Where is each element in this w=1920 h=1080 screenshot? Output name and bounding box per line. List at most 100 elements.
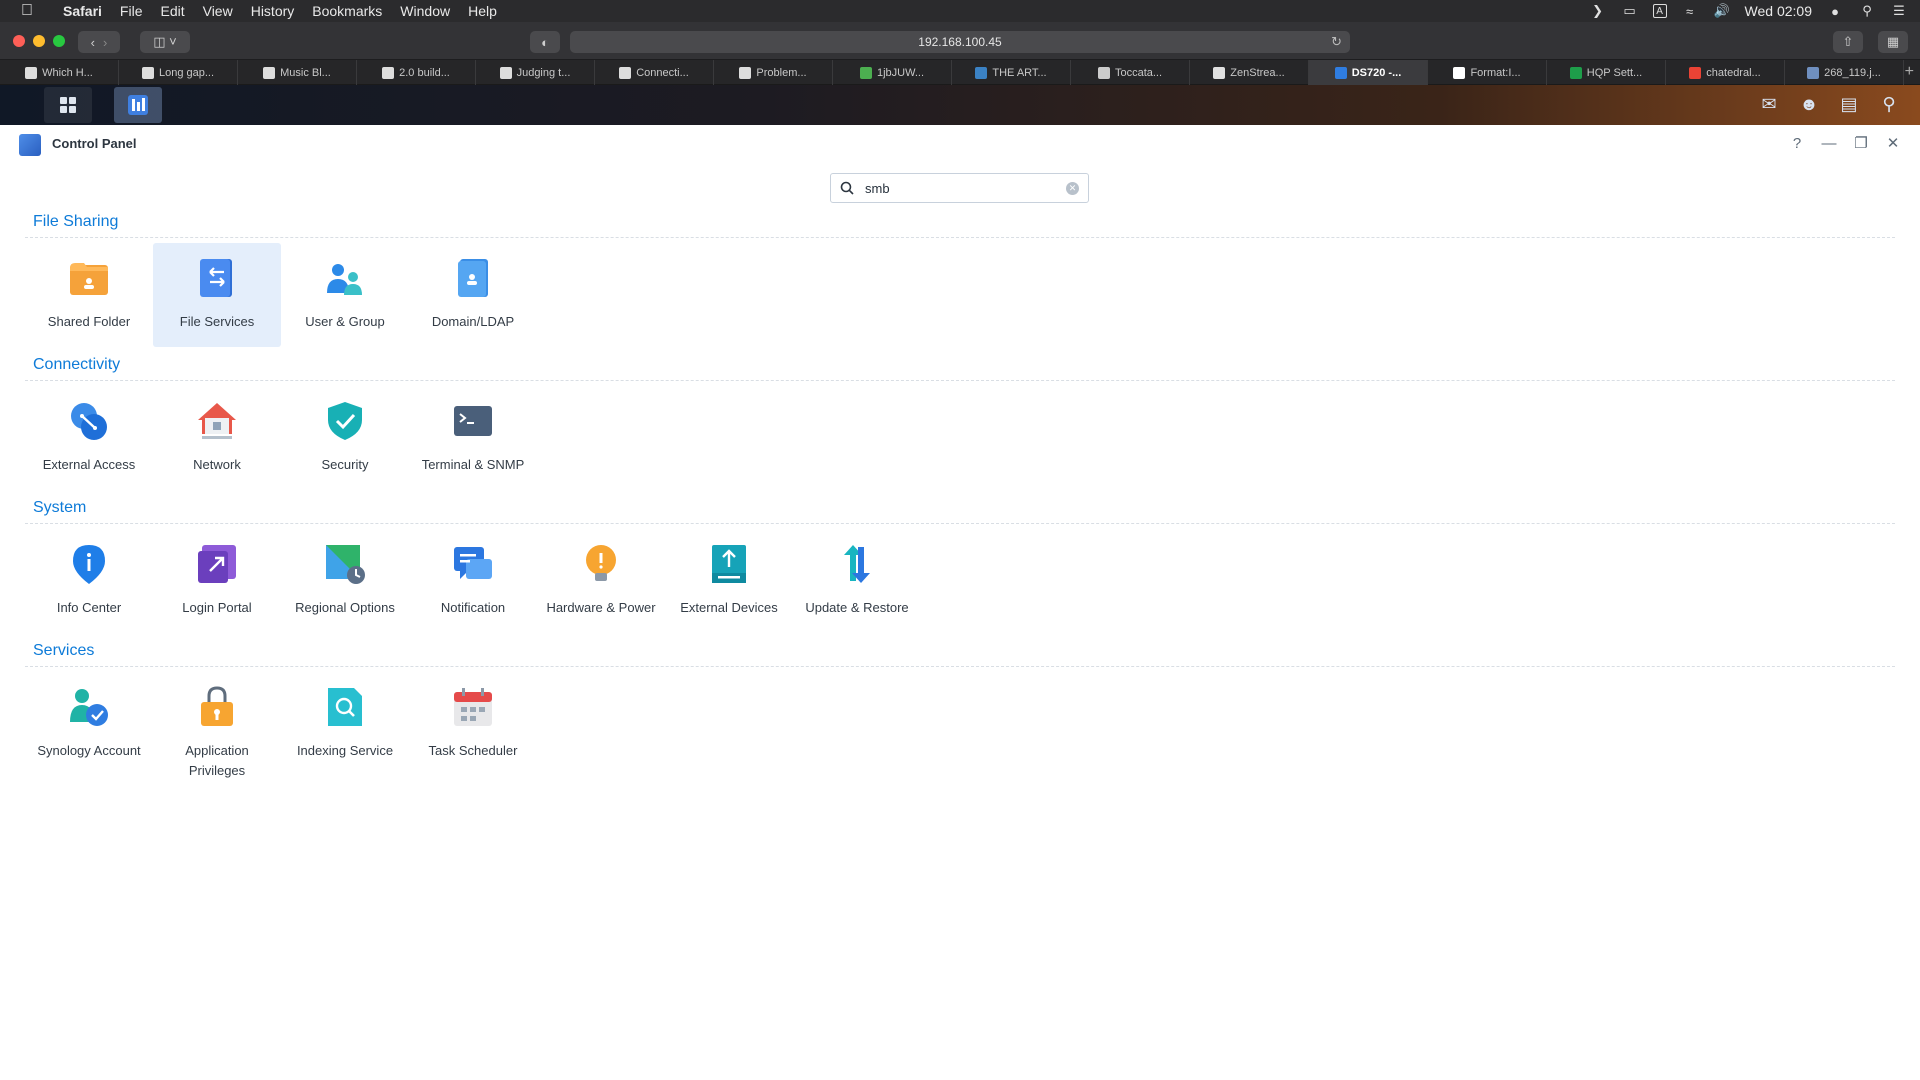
widgets-icon[interactable]: ▤ (1836, 91, 1862, 117)
control-panel-item[interactable]: Security (281, 386, 409, 490)
tab-label: 268_119.j... (1824, 66, 1881, 79)
address-bar[interactable]: 192.168.100.45 ↻ (570, 31, 1350, 53)
browser-tab[interactable]: Toccata... (1071, 60, 1190, 85)
control-panel-item[interactable]: External Devices (665, 529, 793, 633)
browser-tab[interactable]: 2.0 build... (357, 60, 476, 85)
control-panel-item-label: User & Group (305, 314, 385, 329)
minimize-icon[interactable]: — (1820, 134, 1838, 152)
browser-tab[interactable]: Music Bl... (238, 60, 357, 85)
control-panel-item-label: Synology Account (37, 743, 141, 758)
chat-icon[interactable]: ✉ (1756, 91, 1782, 117)
section-title: Services (33, 642, 95, 659)
control-panel-item[interactable]: Shared Folder (25, 243, 153, 347)
apple-menu-icon[interactable]:  (0, 2, 54, 20)
menu-edit[interactable]: Edit (151, 3, 193, 19)
update-restore-icon (844, 545, 870, 583)
browser-tab[interactable]: Judging t... (476, 60, 595, 85)
restore-icon[interactable]: ❐ (1852, 134, 1870, 152)
user-icon[interactable]: ● (1826, 4, 1844, 19)
menu-help[interactable]: Help (459, 3, 506, 19)
menu-view[interactable]: View (194, 3, 242, 19)
clear-search-icon[interactable]: ✕ (1066, 182, 1079, 195)
arrow-app-icon[interactable]: ❯ (1589, 3, 1607, 18)
reload-icon[interactable]: ↻ (1331, 34, 1342, 50)
input-source-icon[interactable]: A (1652, 4, 1667, 18)
control-panel-item[interactable]: Terminal & SNMP (409, 386, 537, 490)
control-panel-item[interactable]: Synology Account (25, 672, 153, 776)
browser-tab[interactable]: Long gap... (119, 60, 238, 85)
control-panel-item[interactable]: Hardware & Power (537, 529, 665, 633)
control-panel-item-label: Notification (440, 600, 506, 615)
browser-tab[interactable]: Which H... (0, 60, 119, 85)
privacy-report-button[interactable]: ◐ (530, 31, 560, 53)
browser-tab[interactable]: 1jbJUW... (833, 60, 952, 85)
tab-label: 1jbJUW... (876, 66, 925, 79)
zoom-window-button[interactable] (53, 35, 65, 47)
shield-half-icon: ◐ (541, 34, 549, 50)
back-icon[interactable]: ‹ (91, 35, 95, 50)
tab-overview-button[interactable]: ▦ (1878, 31, 1908, 53)
control-panel-item[interactable]: Indexing Service (281, 672, 409, 776)
indexing-service-icon (328, 688, 362, 726)
search-input[interactable] (865, 178, 1055, 198)
control-panel-item[interactable]: Task Scheduler (409, 672, 537, 776)
minimize-window-button[interactable] (33, 35, 45, 47)
control-panel-item[interactable]: External Access (25, 386, 153, 490)
browser-tab[interactable]: chatedral... (1666, 60, 1785, 85)
help-icon[interactable]: ? (1788, 134, 1806, 152)
control-panel-item[interactable]: Regional Options (281, 529, 409, 633)
control-panel-item[interactable]: Info Center (25, 529, 153, 633)
control-panel-item[interactable]: User & Group (281, 243, 409, 347)
browser-tab[interactable]: 268_119.j... (1785, 60, 1904, 85)
share-icon: ⇧ (1842, 34, 1854, 49)
tab-favicon-icon (975, 66, 988, 79)
tab-favicon-icon (499, 66, 512, 79)
info-center-icon (73, 545, 105, 584)
share-button[interactable]: ⇧ (1833, 31, 1863, 53)
menu-bookmarks[interactable]: Bookmarks (303, 3, 391, 19)
menu-history[interactable]: History (242, 3, 304, 19)
menubar-clock[interactable]: Wed 02:09 (1745, 3, 1812, 19)
browser-tab[interactable]: HQP Sett... (1547, 60, 1666, 85)
control-panel-item-label: External Devices (680, 600, 778, 615)
menu-file[interactable]: File (111, 3, 152, 19)
control-panel-task-button[interactable] (114, 87, 162, 123)
control-panel-item[interactable]: Application Privileges (153, 672, 281, 778)
airplay-icon[interactable]: ▭ (1621, 3, 1639, 18)
browser-tab[interactable]: THE ART... (952, 60, 1071, 85)
control-panel-window-icon (19, 134, 41, 156)
forward-icon[interactable]: › (103, 35, 107, 50)
browser-tab[interactable]: ZenStrea... (1190, 60, 1309, 85)
menu-app-name[interactable]: Safari (54, 3, 111, 19)
tab-label: HQP Sett... (1586, 66, 1643, 79)
dsm-search-icon[interactable]: ⚲ (1876, 91, 1902, 117)
user-account-icon[interactable]: ☻ (1796, 91, 1822, 117)
control-panel-item[interactable]: File Services (153, 243, 281, 347)
browser-tab[interactable]: DS720 -... (1309, 60, 1428, 85)
notification-center-icon[interactable]: ☰ (1890, 3, 1908, 18)
menu-window[interactable]: Window (391, 3, 459, 19)
spotlight-search-icon[interactable]: ⚲ (1858, 3, 1876, 18)
control-panel-item[interactable]: Network (153, 386, 281, 490)
browser-tab[interactable]: Problem... (714, 60, 833, 85)
close-window-button[interactable] (13, 35, 25, 47)
control-panel-item[interactable]: Login Portal (153, 529, 281, 633)
tab-favicon-icon (619, 66, 632, 79)
control-panel-item[interactable]: Update & Restore (793, 529, 921, 633)
browser-tab[interactable]: Connecti... (595, 60, 714, 85)
control-panel-item[interactable]: Domain/LDAP (409, 243, 537, 347)
hardware-power-icon (586, 545, 616, 581)
control-panel-item[interactable]: Notification (409, 529, 537, 633)
wifi-icon[interactable]: ≈ (1681, 4, 1699, 19)
tab-label: THE ART... (992, 66, 1047, 79)
tab-favicon-icon (1689, 66, 1702, 79)
sidebar-toggle-button[interactable]: ◫ ˅ (140, 31, 190, 53)
browser-tab[interactable]: Format:I... (1428, 60, 1547, 85)
new-tab-icon[interactable]: + (1905, 63, 1914, 81)
control-panel-app-icon (128, 95, 148, 115)
close-icon[interactable]: ✕ (1884, 134, 1902, 152)
synology-account-icon (70, 689, 108, 726)
domain-ldap-icon (458, 259, 488, 297)
main-menu-button[interactable] (44, 87, 92, 123)
volume-icon[interactable]: 🔊 (1713, 3, 1731, 18)
